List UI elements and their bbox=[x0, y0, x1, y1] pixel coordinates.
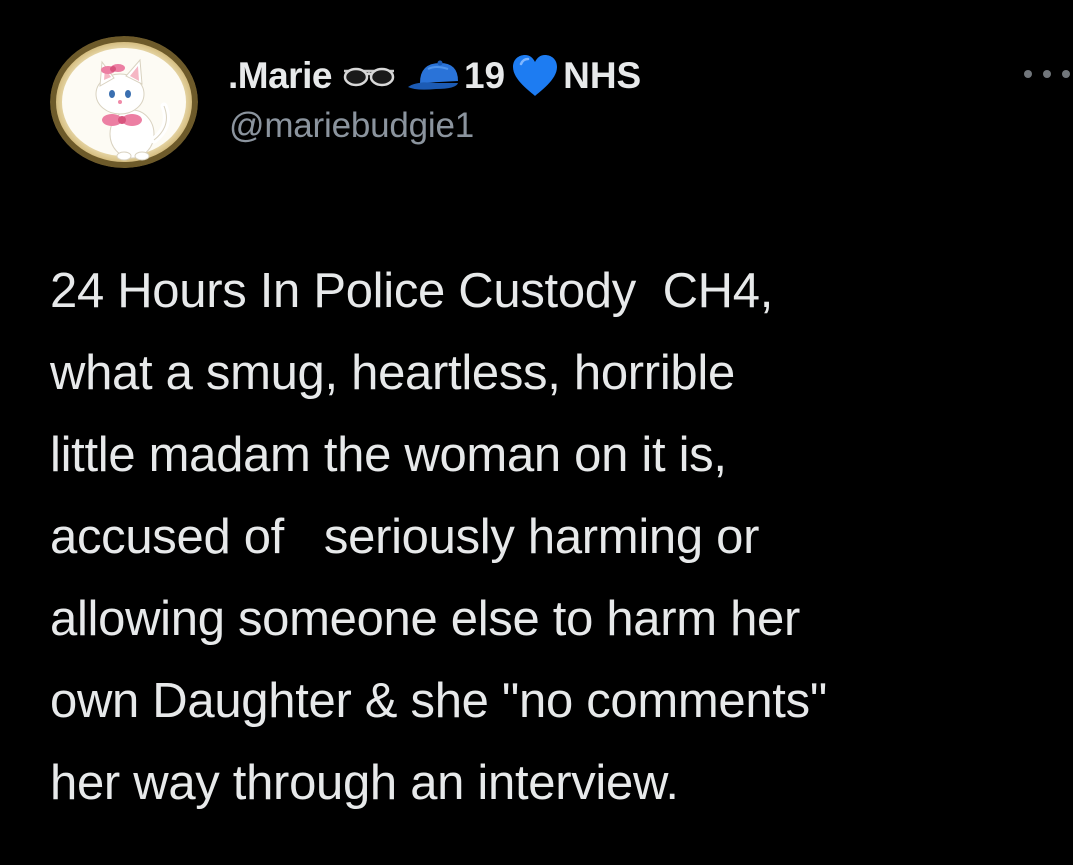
tweet-text-line: accused of seriously harming or bbox=[50, 510, 760, 564]
tweet-text-line: allowing someone else to harm her bbox=[50, 592, 801, 646]
author-handle[interactable]: @mariebudgie1 bbox=[229, 106, 474, 146]
tweet-text: 24 Hours In Police Custody CH4, what a s… bbox=[50, 250, 1070, 824]
tweet-text-line: what a smug, heartless, horrible bbox=[50, 346, 735, 400]
more-dot bbox=[1024, 70, 1032, 78]
more-dot bbox=[1043, 70, 1051, 78]
white-cat-avatar-icon bbox=[50, 36, 198, 168]
author-name-row[interactable]: .Marie 19 NHS bbox=[228, 46, 641, 106]
name-number: 19 bbox=[463, 55, 506, 96]
avatar[interactable] bbox=[50, 36, 198, 168]
tweet-text-line: her way through an interview. bbox=[50, 756, 679, 810]
blue-heart-icon bbox=[511, 54, 559, 98]
tweet-text-line: own Daughter & she "no comments" bbox=[50, 674, 827, 728]
sunglasses-icon bbox=[342, 63, 396, 89]
name-suffix: NHS bbox=[563, 55, 642, 96]
more-dot bbox=[1062, 70, 1070, 78]
display-name[interactable]: .Marie bbox=[228, 55, 332, 97]
more-horizontal-icon[interactable] bbox=[1024, 64, 1070, 84]
tweet-text-line: little madam the woman on it is, bbox=[50, 428, 727, 482]
blue-cap-icon bbox=[406, 59, 462, 93]
tweet-text-line: 24 Hours In Police Custody CH4, bbox=[50, 264, 774, 318]
tweet: .Marie 19 NHS @mariebudgie1 24 Hours In … bbox=[0, 0, 1073, 865]
